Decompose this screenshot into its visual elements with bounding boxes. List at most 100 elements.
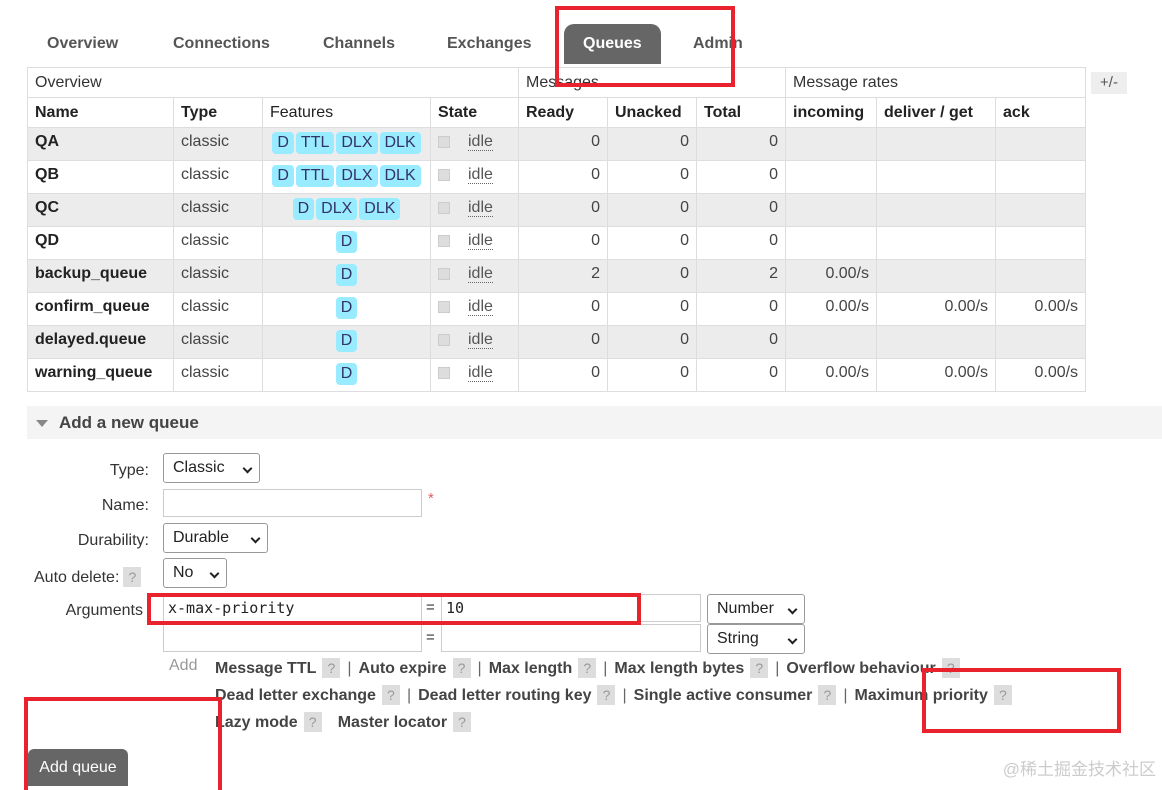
help-icon[interactable]: ? (452, 658, 471, 678)
help-icon[interactable]: ? (750, 658, 769, 678)
deliver-get-rate (876, 325, 997, 359)
total-count: 0 (695, 127, 787, 161)
durability-select[interactable]: Durable (163, 523, 268, 553)
feature-badge: DLK (359, 198, 401, 220)
unacked-count: 0 (607, 292, 697, 326)
help-icon[interactable]: ? (381, 685, 400, 705)
durability-label: Durability: (77, 532, 149, 549)
ack-rate (995, 160, 1087, 194)
argument-shortcut-link[interactable]: Overflow behaviour (786, 660, 935, 677)
tab-channels[interactable]: Channels (304, 24, 414, 64)
unacked-count: 0 (607, 127, 697, 161)
help-icon[interactable]: ? (303, 712, 322, 732)
incoming-rate (785, 325, 878, 359)
queue-name-link[interactable]: backup_queue (27, 259, 174, 293)
tab-exchanges[interactable]: Exchanges (428, 24, 550, 64)
queue-name-input[interactable] (163, 489, 422, 517)
chevron-down-icon (787, 604, 798, 615)
add-queue-section-toggle[interactable]: Add a new queue (27, 406, 1162, 439)
queue-name-link[interactable]: QC (27, 193, 174, 227)
state-indicator-icon (438, 235, 450, 247)
ready-count: 0 (518, 292, 608, 326)
ready-count: 2 (518, 259, 608, 293)
chevron-down-icon (250, 533, 261, 544)
argument-shortcut-link[interactable]: Max length bytes (614, 660, 744, 677)
incoming-rate (785, 226, 878, 260)
tab-overview[interactable]: Overview (28, 24, 137, 64)
help-icon[interactable]: ? (322, 658, 341, 678)
help-icon[interactable]: ? (597, 685, 616, 705)
toggle-columns-button[interactable]: +/- (1091, 72, 1127, 94)
state-text: idle (468, 232, 493, 250)
col-header-state[interactable]: State (430, 97, 519, 128)
state-text: idle (468, 166, 493, 184)
col-header-unacked[interactable]: Unacked (607, 97, 697, 128)
col-header-incoming[interactable]: incoming (785, 97, 878, 128)
separator: | (843, 687, 848, 704)
queue-name-link[interactable]: delayed.queue (27, 325, 174, 359)
name-label: Name: (101, 497, 149, 514)
unacked-count: 0 (607, 259, 697, 293)
queue-type: classic (173, 358, 263, 392)
argument-type-select-1[interactable]: Number (707, 594, 805, 624)
queue-name-link[interactable]: QA (27, 127, 174, 161)
col-header-total[interactable]: Total (695, 97, 787, 128)
queue-name-link[interactable]: confirm_queue (27, 292, 174, 326)
feature-badge: D (272, 132, 294, 154)
incoming-rate: 0.00/s (785, 292, 878, 326)
ready-count: 0 (518, 193, 608, 227)
argument-type-select-2[interactable]: String (707, 624, 805, 654)
col-header-ack[interactable]: ack (995, 97, 1087, 128)
argument-value-input-2[interactable] (441, 624, 701, 652)
col-header-ready[interactable]: Ready (518, 97, 608, 128)
table-row: delayed.queue classic Didle 0 0 0 (27, 325, 1087, 359)
argument-shortcut-link[interactable]: Lazy mode (215, 714, 298, 731)
queue-type: classic (173, 193, 263, 227)
durability-select-value: Durable (173, 529, 230, 546)
queue-type: classic (173, 160, 263, 194)
auto-delete-select[interactable]: No (163, 558, 227, 588)
ack-rate (995, 193, 1087, 227)
unacked-count: 0 (607, 358, 697, 392)
tab-connections[interactable]: Connections (154, 24, 289, 64)
queue-type: classic (173, 259, 263, 293)
argument-shortcut-link[interactable]: Auto expire (359, 660, 447, 677)
queue-name-link[interactable]: QD (27, 226, 174, 260)
table-row: confirm_queue classic Didle 0 0 0 0.00/s 0.00/s… (27, 292, 1087, 326)
help-icon[interactable]: ? (818, 685, 837, 705)
auto-delete-help-icon[interactable]: ? (123, 567, 142, 587)
total-count: 2 (695, 259, 787, 293)
required-mark: * (428, 490, 434, 507)
queue-name-link[interactable]: QB (27, 160, 174, 194)
col-header-type[interactable]: Type (173, 97, 263, 128)
table-row: warning_queue classic Didle 0 0 0 0.00/s 0.00/s… (27, 358, 1087, 392)
chevron-down-icon (787, 634, 798, 645)
type-select[interactable]: Classic (163, 453, 260, 483)
total-count: 0 (695, 292, 787, 326)
queue-name-link[interactable]: warning_queue (27, 358, 174, 392)
argument-shortcut-link[interactable]: Dead letter routing key (418, 687, 591, 704)
deliver-get-rate (876, 127, 997, 161)
argument-shortcut-link[interactable]: Message TTL (215, 660, 316, 677)
feature-badge: DLX (336, 165, 378, 187)
feature-badge: TTL (295, 132, 335, 154)
table-row: backup_queue classic Didle 2 0 2 0.00/s (27, 259, 1087, 293)
argument-equals-2: = (426, 629, 435, 646)
add-queue-section-title: Add a new queue (59, 413, 199, 432)
feature-badge: D (335, 297, 358, 319)
state-text: idle (468, 133, 493, 151)
state-indicator-icon (438, 169, 450, 181)
feature-badge: DLX (316, 198, 358, 220)
chevron-down-icon (209, 568, 220, 579)
help-icon[interactable]: ? (453, 712, 472, 732)
argument-key-input-2[interactable] (163, 624, 422, 652)
col-header-deliver-get[interactable]: deliver / get (876, 97, 997, 128)
ready-count: 0 (518, 325, 608, 359)
queue-type: classic (173, 325, 263, 359)
argument-shortcut-link[interactable]: Dead letter exchange (215, 687, 376, 704)
col-header-name[interactable]: Name (27, 97, 174, 128)
argument-shortcut-link[interactable]: Master locator (338, 714, 447, 731)
argument-shortcut-link[interactable]: Single active consumer (634, 687, 813, 704)
help-icon[interactable]: ? (578, 658, 597, 678)
argument-shortcut-link[interactable]: Max length (489, 660, 573, 677)
